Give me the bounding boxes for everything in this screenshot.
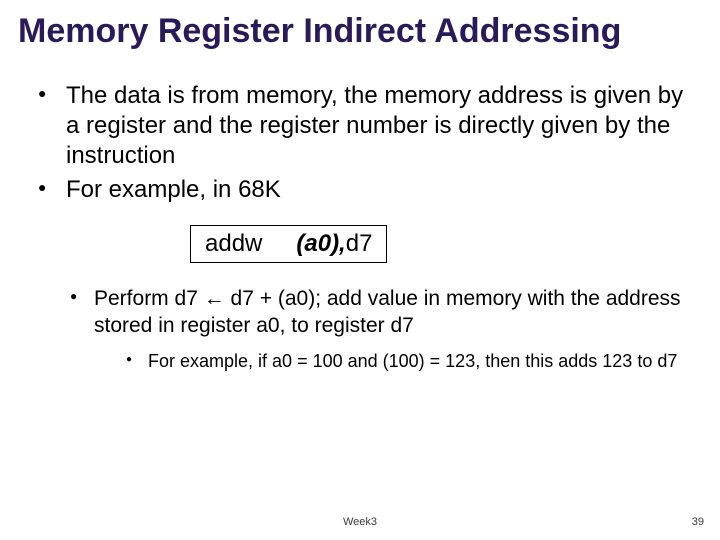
left-arrow-icon: ← <box>204 287 225 310</box>
bullet-item: The data is from memory, the memory addr… <box>30 81 690 171</box>
bullet-list: The data is from memory, the memory addr… <box>30 81 690 205</box>
code-operand-italic: (a0), <box>296 230 345 257</box>
footer-page-number: 39 <box>692 516 704 528</box>
bullet-item: For example, in 68K <box>30 175 690 205</box>
sub-text-pre: Perform d7 <box>94 287 204 310</box>
slide-title: Memory Register Indirect Addressing <box>0 0 720 57</box>
sub-item: Perform d7 ← d7 + (a0); add value in mem… <box>64 285 690 373</box>
subsub-item: For example, if a0 = 100 and (100) = 123… <box>122 350 690 373</box>
code-box: addw (a0),d7 <box>190 225 387 263</box>
code-mnemonic: addw <box>205 230 262 257</box>
slide-content: The data is from memory, the memory addr… <box>0 57 720 373</box>
sub-list: Perform d7 ← d7 + (a0); add value in mem… <box>64 285 690 373</box>
subsub-list: For example, if a0 = 100 and (100) = 123… <box>122 350 690 373</box>
footer-center: Week3 <box>0 516 720 528</box>
code-operand-rest: d7 <box>346 230 373 257</box>
